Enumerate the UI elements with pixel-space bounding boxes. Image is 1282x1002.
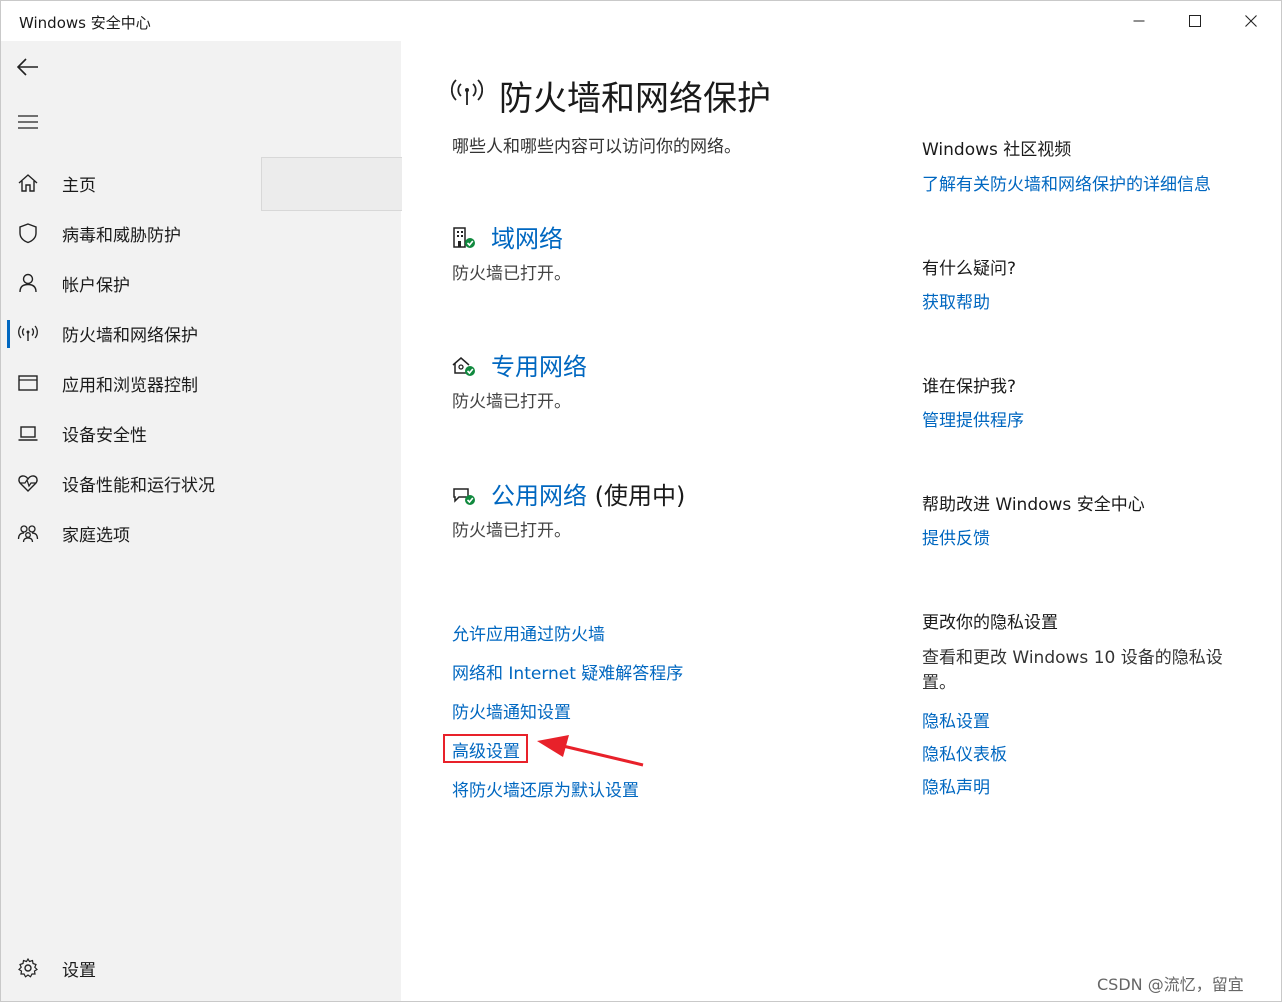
sidebar-item-label: 病毒和威胁防护 bbox=[62, 226, 181, 246]
title-bar: Windows 安全中心 bbox=[1, 1, 1281, 41]
sidebar-item-label: 家庭选项 bbox=[62, 526, 130, 546]
sidebar-item-label: 设备安全性 bbox=[62, 426, 147, 446]
sidebar-item-label: 防火墙和网络保护 bbox=[62, 326, 198, 346]
firewall-status: 防火墙已打开。 bbox=[452, 264, 571, 284]
network-link-public[interactable]: 公用网络 (使用中) bbox=[491, 476, 685, 511]
close-button[interactable] bbox=[1223, 1, 1279, 41]
domain-network-icon bbox=[453, 227, 475, 248]
sidebar-item-label: 设置 bbox=[62, 961, 96, 981]
sidebar-item-firewall[interactable]: 防火墙和网络保护 bbox=[1, 308, 401, 358]
shield-icon bbox=[19, 223, 37, 244]
network-name[interactable]: 公用网络 bbox=[491, 482, 587, 510]
firewall-status: 防火墙已打开。 bbox=[452, 392, 571, 412]
feedback-link[interactable]: 提供反馈 bbox=[922, 524, 990, 549]
annotation-highlight-box bbox=[443, 734, 528, 763]
network-in-use-label: (使用中) bbox=[587, 482, 686, 510]
allow-app-link[interactable]: 允许应用通过防火墙 bbox=[452, 620, 605, 645]
maximize-button[interactable] bbox=[1167, 1, 1223, 41]
notification-settings-link[interactable]: 防火墙通知设置 bbox=[452, 698, 571, 723]
back-button[interactable] bbox=[7, 46, 49, 88]
sidebar-item-device-security[interactable]: 设备安全性 bbox=[1, 408, 401, 458]
privacy-description: 查看和更改 Windows 10 设备的隐私设置。 bbox=[922, 648, 1223, 693]
sidebar-item-app-browser[interactable]: 应用和浏览器控制 bbox=[1, 358, 401, 408]
sidebar-item-virus-protection[interactable]: 病毒和威胁防护 bbox=[1, 208, 401, 258]
menu-button[interactable] bbox=[7, 101, 49, 143]
sidebar-item-family[interactable]: 家庭选项 bbox=[1, 508, 401, 558]
restore-defaults-link[interactable]: 将防火墙还原为默认设置 bbox=[452, 776, 639, 801]
privacy-title: 更改你的隐私设置 bbox=[922, 613, 1058, 633]
question-title: 有什么疑问? bbox=[922, 259, 1017, 279]
manage-providers-link[interactable]: 管理提供程序 bbox=[922, 406, 1024, 431]
annotation-arrow-icon bbox=[537, 735, 644, 767]
gear-icon bbox=[18, 957, 38, 978]
network-link-domain[interactable]: 域网络 bbox=[491, 219, 563, 254]
improve-title: 帮助改进 Windows 安全中心 bbox=[922, 495, 1145, 515]
get-help-link[interactable]: 获取帮助 bbox=[922, 288, 990, 313]
sidebar-item-label: 设备性能和运行状况 bbox=[62, 476, 215, 496]
network-name[interactable]: 域网络 bbox=[491, 225, 563, 253]
firewall-status: 防火墙已打开。 bbox=[452, 521, 571, 541]
sidebar-item-label: 应用和浏览器控制 bbox=[62, 376, 198, 396]
privacy-dashboard-link[interactable]: 隐私仪表板 bbox=[922, 740, 1007, 765]
laptop-icon bbox=[18, 426, 38, 441]
browser-window-icon bbox=[18, 375, 38, 391]
family-icon bbox=[17, 525, 39, 543]
page-subtitle: 哪些人和哪些内容可以访问你的网络。 bbox=[452, 137, 741, 157]
sidebar-item-label: 主页 bbox=[62, 176, 96, 196]
network-link-private[interactable]: 专用网络 bbox=[491, 347, 587, 382]
sidebar-item-account-protection[interactable]: 帐户保护 bbox=[1, 258, 401, 308]
network-name[interactable]: 专用网络 bbox=[491, 353, 587, 381]
watermark: CSDN @流忆，留宜 bbox=[1097, 975, 1244, 994]
minimize-button[interactable] bbox=[1111, 1, 1167, 41]
public-network-icon bbox=[453, 488, 475, 505]
maximize-icon bbox=[1189, 15, 1201, 27]
heart-pulse-icon bbox=[18, 475, 38, 492]
page-title: 防火墙和网络保护 bbox=[499, 79, 771, 119]
sidebar-item-label: 帐户保护 bbox=[62, 276, 130, 296]
sidebar-item-settings[interactable]: 设置 bbox=[1, 943, 401, 993]
minimize-icon bbox=[1133, 20, 1145, 22]
learn-more-link[interactable]: 了解有关防火墙和网络保护的详细信息 bbox=[922, 170, 1211, 195]
close-icon bbox=[1245, 15, 1257, 27]
sidebar-item-device-health[interactable]: 设备性能和运行状况 bbox=[1, 458, 401, 508]
sidebar: 主页 病毒和威胁防护 帐户保护 防火墙和网络保护 应用和浏览器控制 设备安全性 … bbox=[1, 41, 402, 1001]
app-window: Windows 安全中心 主页 病毒和威胁防护 帐户保护 防火墙和网络保护 应用… bbox=[0, 0, 1282, 1002]
privacy-statement-link[interactable]: 隐私声明 bbox=[922, 773, 990, 798]
person-icon bbox=[19, 273, 37, 293]
community-title: Windows 社区视频 bbox=[922, 140, 1072, 160]
privacy-settings-link[interactable]: 隐私设置 bbox=[922, 707, 990, 732]
window-title: Windows 安全中心 bbox=[19, 14, 151, 32]
antenna-icon bbox=[451, 79, 483, 105]
antenna-icon bbox=[18, 325, 38, 341]
home-icon bbox=[18, 174, 38, 192]
troubleshooter-link[interactable]: 网络和 Internet 疑难解答程序 bbox=[452, 659, 683, 684]
back-arrow-icon bbox=[17, 58, 38, 76]
private-network-icon bbox=[452, 357, 475, 376]
hamburger-icon bbox=[18, 115, 38, 129]
sidebar-item-home[interactable]: 主页 bbox=[1, 158, 401, 208]
protect-title: 谁在保护我? bbox=[922, 377, 1017, 397]
